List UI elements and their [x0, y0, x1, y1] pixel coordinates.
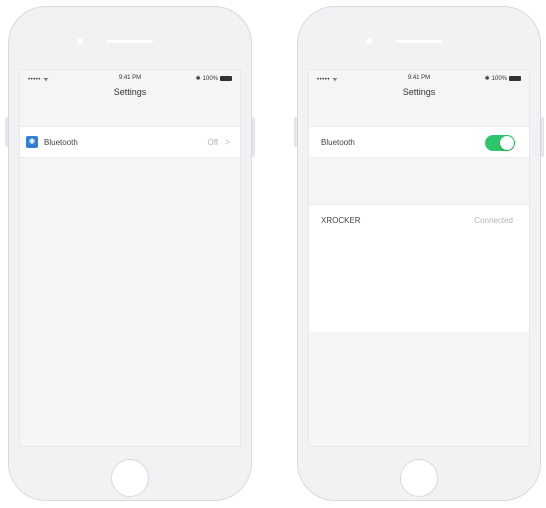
battery-icon [509, 76, 521, 81]
power-button [541, 117, 544, 157]
volume-button [294, 117, 297, 147]
speaker-grille [396, 40, 442, 43]
front-camera [366, 38, 372, 44]
toggle-knob [500, 136, 514, 150]
bluetooth-value: Off [207, 138, 218, 147]
device-row-xrocker[interactable]: XROCKER Connected [309, 204, 529, 332]
phone-right: ••••• ᯤ 9:41 PM ✱ 100% Settings Bluetoot… [294, 6, 544, 501]
bluetooth-toggle[interactable] [485, 135, 515, 151]
page-title: Settings [113, 87, 147, 97]
home-button[interactable] [400, 459, 438, 497]
power-button [252, 117, 255, 157]
screen-right: ••••• ᯤ 9:41 PM ✱ 100% Settings Bluetoot… [308, 69, 530, 447]
bluetooth-icon: ✱ [26, 136, 38, 148]
phone-left: ••••• ᯤ 9:41 PM ✱ 100% Settings ✱ Blueto… [5, 6, 255, 501]
chevron-right-icon: > [224, 137, 230, 147]
speaker-grille [107, 40, 153, 43]
screen-left: ••••• ᯤ 9:41 PM ✱ 100% Settings ✱ Blueto… [19, 69, 241, 447]
battery-indicator: ✱ 100% [196, 75, 232, 82]
bluetooth-row[interactable]: ✱ Bluetooth Off > [20, 126, 240, 158]
bluetooth-label: Bluetooth [44, 138, 78, 147]
bluetooth-row: Bluetooth [309, 126, 529, 158]
page-title: Settings [402, 87, 436, 97]
battery-percent: 100% [202, 75, 218, 82]
home-button[interactable] [111, 459, 149, 497]
device-name: XROCKER [321, 216, 361, 225]
battery-percent: 100% [491, 75, 507, 82]
bluetooth-label: Bluetooth [321, 138, 355, 147]
device-status: Connected [474, 216, 513, 225]
bluetooth-status-icon: ✱ [195, 76, 201, 82]
front-camera [77, 38, 83, 44]
bluetooth-status-icon: ✱ [484, 76, 490, 82]
battery-indicator: ✱ 100% [485, 75, 521, 82]
volume-button [5, 117, 8, 147]
battery-icon [220, 76, 232, 81]
